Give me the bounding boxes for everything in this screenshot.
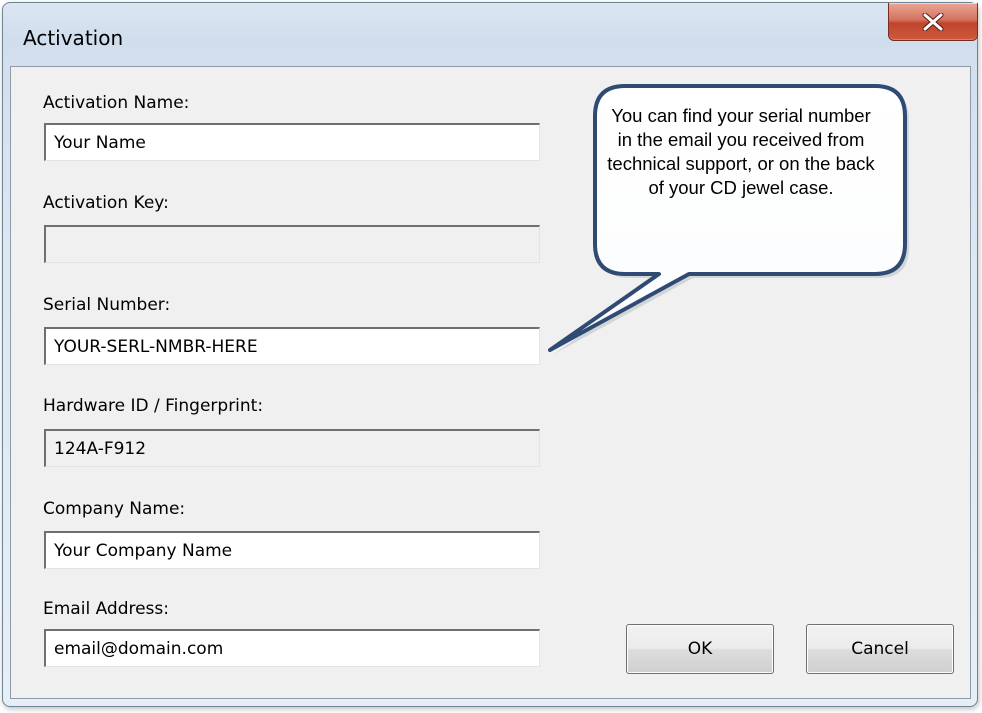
window-title: Activation: [23, 26, 124, 50]
callout-text: You can find your serial number in the e…: [607, 105, 875, 198]
close-icon: [922, 12, 944, 31]
activation-key-input[interactable]: [44, 225, 540, 263]
company-name-input[interactable]: [44, 531, 540, 569]
close-button[interactable]: [888, 3, 978, 41]
activation-name-input[interactable]: [44, 123, 540, 161]
activation-key-label: Activation Key:: [43, 193, 169, 213]
hardware-id-label: Hardware ID / Fingerprint:: [43, 396, 264, 416]
email-address-input[interactable]: [44, 629, 540, 667]
hardware-id-input[interactable]: [44, 429, 540, 467]
ok-button[interactable]: OK: [626, 624, 774, 674]
email-address-label: Email Address:: [43, 599, 169, 619]
company-name-label: Company Name:: [43, 499, 186, 519]
serial-number-input[interactable]: [44, 327, 540, 365]
activation-name-label: Activation Name:: [43, 93, 190, 113]
serial-number-label: Serial Number:: [43, 295, 171, 315]
cancel-button[interactable]: Cancel: [806, 624, 954, 674]
